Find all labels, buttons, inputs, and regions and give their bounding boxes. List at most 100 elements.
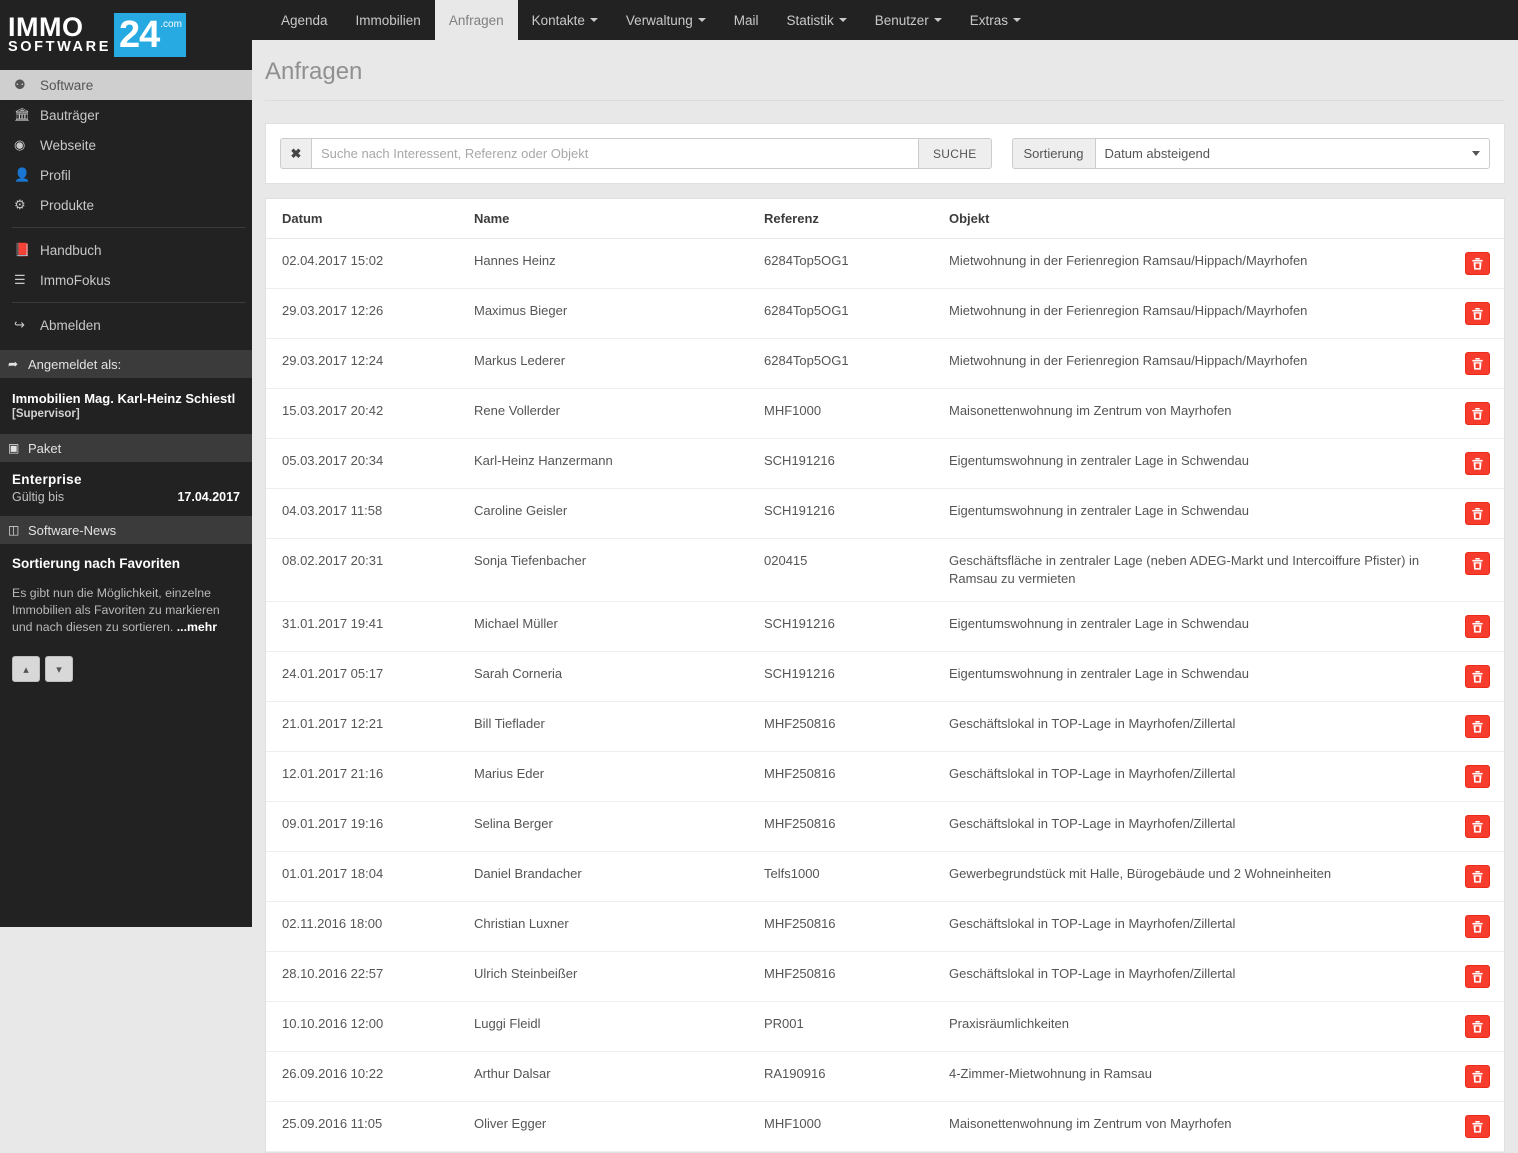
tab-label: Anfragen <box>448 12 504 28</box>
delete-row-button[interactable] <box>1465 502 1490 525</box>
sidebar-item-bautr-ger[interactable]: 🏛 Bauträger <box>0 100 252 130</box>
delete-row-button[interactable] <box>1465 865 1490 888</box>
tab-anfragen[interactable]: Anfragen <box>434 0 518 40</box>
table-row[interactable]: 10.10.2016 12:00 Luggi Fleidl PR001 Praxisr… <box>266 1001 1504 1052</box>
delete-row-button[interactable] <box>1465 615 1490 638</box>
table-row[interactable]: 26.09.2016 10:22 Arthur Dalsar RA190916 4-Z… <box>266 1051 1504 1102</box>
sidebar-item-produkte[interactable]: ⚙ Produkte <box>0 190 252 220</box>
delete-row-button[interactable] <box>1465 552 1490 575</box>
tab-immobilien[interactable]: Immobilien <box>342 0 435 40</box>
sort-select[interactable]: Datum absteigend <box>1094 138 1490 169</box>
logged-in-header: ➦ Angemeldet als: <box>0 350 252 378</box>
cell-referenz: 6284Top5OG1 <box>764 238 949 289</box>
news-text: Es gibt nun die Möglichkeit, einzelne Im… <box>12 585 240 636</box>
bank-icon: 🏛 <box>14 107 31 122</box>
news-more-link[interactable]: ...mehr <box>177 620 217 634</box>
table-row[interactable]: 29.03.2017 12:26 Maximus Bieger 6284Top5OG… <box>266 288 1504 339</box>
paket-label: Paket <box>28 440 62 456</box>
delete-row-button[interactable] <box>1465 1115 1490 1138</box>
cell-actions <box>1442 851 1504 902</box>
cell-name: Selina Berger <box>474 801 764 852</box>
tab-agenda[interactable]: Agenda <box>267 0 342 40</box>
table-row[interactable]: 21.01.2017 12:21 Bill Tieflader MHF250816 G… <box>266 701 1504 752</box>
tab-mail[interactable]: Mail <box>720 0 773 40</box>
delete-row-button[interactable] <box>1465 965 1490 988</box>
trash-icon <box>1472 870 1483 883</box>
table-row[interactable]: 28.10.2016 22:57 Ulrich Steinbeißer MHF250… <box>266 951 1504 1002</box>
cell-objekt: Geschäftsfläche in zentraler Lage (neben… <box>949 538 1442 602</box>
delete-row-button[interactable] <box>1465 665 1490 688</box>
table-row[interactable]: 24.01.2017 05:17 Sarah Corneria SCH191216 E… <box>266 651 1504 702</box>
tab-extras[interactable]: Extras <box>956 0 1035 40</box>
column-header-datum[interactable]: Datum <box>266 199 474 239</box>
table-row[interactable]: 02.04.2017 15:02 Hannes Heinz 6284Top5OG1 M… <box>266 238 1504 289</box>
table-row[interactable]: 29.03.2017 12:24 Markus Lederer 6284Top5OG… <box>266 338 1504 389</box>
cell-objekt: Eigentumswohnung in zentraler Lage in Sc… <box>949 651 1442 702</box>
title-divider <box>265 100 1505 101</box>
paket-header: ▣ Paket <box>0 434 252 462</box>
sidebar-item-handbuch[interactable]: 📕 Handbuch <box>0 235 252 265</box>
delete-row-button[interactable] <box>1465 715 1490 738</box>
sidebar-item-webseite[interactable]: ◉ Webseite <box>0 130 252 160</box>
delete-row-button[interactable] <box>1465 765 1490 788</box>
cell-name: Bill Tieflader <box>474 701 764 752</box>
app-logo[interactable]: IMMO SOFTWARE 24 .com <box>0 0 252 70</box>
delete-row-button[interactable] <box>1465 252 1490 275</box>
news-prev-button[interactable]: ▴ <box>12 656 40 682</box>
trash-icon <box>1472 357 1483 370</box>
delete-row-button[interactable] <box>1465 1015 1490 1038</box>
logo-immo-text: IMMO <box>8 12 84 42</box>
table-row[interactable]: 09.01.2017 19:16 Selina Berger MHF250816 Ge… <box>266 801 1504 852</box>
cell-actions <box>1442 1001 1504 1052</box>
delete-row-button[interactable] <box>1465 1065 1490 1088</box>
delete-row-button[interactable] <box>1465 815 1490 838</box>
table-row[interactable]: 01.01.2017 18:04 Daniel Brandacher Telfs10… <box>266 851 1504 902</box>
cell-name: Sonja Tiefenbacher <box>474 538 764 602</box>
tab-benutzer[interactable]: Benutzer <box>861 0 956 40</box>
tab-statistik[interactable]: Statistik <box>772 0 860 40</box>
tab-verwaltung[interactable]: Verwaltung <box>612 0 720 40</box>
cell-datum: 29.03.2017 12:26 <box>266 288 474 339</box>
delete-row-button[interactable] <box>1465 402 1490 425</box>
dashboard-icon: ⚉ <box>14 77 26 92</box>
cell-datum: 28.10.2016 22:57 <box>266 951 474 1002</box>
sidebar-item-profil[interactable]: 👤 Profil <box>0 160 252 190</box>
table-row[interactable]: 04.03.2017 11:58 Caroline Geisler SCH19121… <box>266 488 1504 539</box>
delete-row-button[interactable] <box>1465 452 1490 475</box>
search-submit-button[interactable]: SUCHE <box>919 138 992 169</box>
chevron-up-icon: ▴ <box>23 663 29 676</box>
table-row[interactable]: 25.09.2016 11:05 Oliver Egger MHF1000 Maiso… <box>266 1101 1504 1152</box>
cell-datum: 26.09.2016 10:22 <box>266 1051 474 1102</box>
paket-block: Enterprise Gültig bis 17.04.2017 <box>0 462 252 516</box>
news-label: Software-News <box>28 522 117 538</box>
cell-name: Hannes Heinz <box>474 238 764 289</box>
table-row[interactable]: 12.01.2017 21:16 Marius Eder MHF250816 Gesc… <box>266 751 1504 802</box>
cell-name: Michael Müller <box>474 601 764 652</box>
sidebar-item-abmelden[interactable]: ↪ Abmelden <box>0 310 252 340</box>
logo-24-badge: 24 .com <box>113 13 186 57</box>
column-header-referenz[interactable]: Referenz <box>764 199 949 239</box>
delete-row-button[interactable] <box>1465 302 1490 325</box>
trash-icon <box>1472 1120 1483 1133</box>
delete-row-button[interactable] <box>1465 352 1490 375</box>
tab-kontakte[interactable]: Kontakte <box>518 0 612 40</box>
tab-label: Kontakte <box>531 12 585 28</box>
tab-label: Verwaltung <box>625 12 693 28</box>
sidebar-item-immofokus[interactable]: ☰ ImmoFokus <box>0 265 252 295</box>
news-title: Sortierung nach Favoriten <box>12 556 181 571</box>
cell-referenz: Telfs1000 <box>764 851 949 902</box>
cell-actions <box>1442 801 1504 852</box>
search-input[interactable] <box>311 138 919 169</box>
table-row[interactable]: 05.03.2017 20:34 Karl-Heinz Hanzermann SCH… <box>266 438 1504 489</box>
column-header-name[interactable]: Name <box>474 199 764 239</box>
news-next-button[interactable]: ▾ <box>45 656 73 682</box>
cell-name: Marius Eder <box>474 751 764 802</box>
table-row[interactable]: 15.03.2017 20:42 Rene Vollerder MHF1000 Mai… <box>266 388 1504 439</box>
table-row[interactable]: 08.02.2017 20:31 Sonja Tiefenbacher 020415… <box>266 538 1504 602</box>
sidebar-item-software[interactable]: ⚉ Software <box>0 70 267 100</box>
tab-label: Statistik <box>786 12 834 28</box>
column-header-objekt[interactable]: Objekt <box>949 199 1442 239</box>
cell-referenz: MHF250816 <box>764 951 949 1002</box>
clear-search-button[interactable]: ✖ <box>280 138 311 169</box>
table-row[interactable]: 31.01.2017 19:41 Michael Müller SCH191216 E… <box>266 601 1504 652</box>
